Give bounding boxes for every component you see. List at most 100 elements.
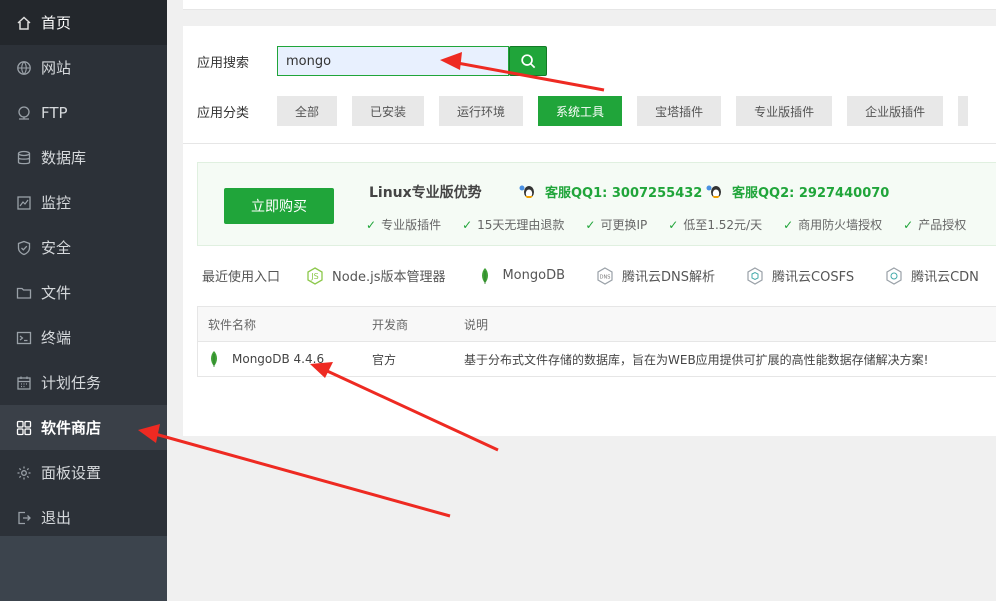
check-icon: ✓ xyxy=(668,217,679,232)
mongodb-leaf-icon xyxy=(476,267,494,285)
table-row[interactable]: MongoDB 4.4.6 官方 基于分布式文件存储的数据库，旨在为WEB应用提… xyxy=(198,342,996,376)
category-all[interactable]: 全部 xyxy=(277,96,338,126)
check-icon: ✓ xyxy=(585,217,596,232)
cell-vendor: 官方 xyxy=(372,352,397,367)
sidebar-item-terminal[interactable]: 终端 xyxy=(0,315,167,360)
check-icon: ✓ xyxy=(462,217,473,232)
divider xyxy=(183,143,996,144)
app-store-panel: 应用搜索 应用分类 全部 已安装 运行环境 系统工具 宝塔插件 专业版插件 企业… xyxy=(183,26,996,436)
category-row: 应用分类 全部 已安装 运行环境 系统工具 宝塔插件 专业版插件 企业版插件 xyxy=(197,96,969,126)
sidebar-item-label: 软件商店 xyxy=(41,419,102,437)
calendar-icon xyxy=(15,374,32,391)
cell-desc: 基于分布式文件存储的数据库，旨在为WEB应用提供可扩展的高性能数据存储解决方案! xyxy=(464,352,929,367)
svg-text:DNS: DNS xyxy=(600,274,611,280)
recent-entries: 最近使用入口 JS Node.js版本管理器 MongoDB DNS 腾讯云DN… xyxy=(202,266,996,285)
sidebar-item-database[interactable]: 数据库 xyxy=(0,135,167,180)
qq2-text: 客服QQ2: 2927440070 xyxy=(732,186,890,201)
sidebar-item-label: 退出 xyxy=(41,509,72,527)
sidebar-item-ftp[interactable]: FTP xyxy=(0,90,167,135)
check-icon: ✓ xyxy=(903,217,914,232)
sidebar-item-label: 数据库 xyxy=(41,149,87,167)
qq1-text: 客服QQ1: 3007255432 xyxy=(545,186,703,201)
feature-item: ✓ 15天无理由退款 xyxy=(462,217,565,233)
recent-label: 最近使用入口 xyxy=(202,270,281,285)
category-bt-plugins[interactable]: 宝塔插件 xyxy=(637,96,722,126)
database-icon xyxy=(15,149,32,166)
monitor-icon xyxy=(15,194,32,211)
sidebar-item-label: 终端 xyxy=(41,329,72,347)
shield-icon xyxy=(15,239,32,256)
sidebar-item-label: FTP xyxy=(41,103,68,122)
category-installed[interactable]: 已安装 xyxy=(352,96,425,126)
qq-penguin-icon xyxy=(705,184,727,200)
search-input[interactable] xyxy=(277,46,509,76)
qq-penguin-icon xyxy=(518,184,540,200)
category-system-tools[interactable]: 系统工具 xyxy=(538,96,623,126)
logout-icon xyxy=(15,509,32,526)
search-button[interactable] xyxy=(509,46,547,76)
sidebar: 首页 网站 FTP 数据库 监控 安全 文件 终端 计划任务 软件商店 面板设置… xyxy=(0,0,167,601)
sidebar-item-cron[interactable]: 计划任务 xyxy=(0,360,167,405)
pro-promo-banner: 立即购买 Linux专业版优势 客服QQ1: 3007255432 客服QQ2:… xyxy=(197,162,996,246)
globe-icon xyxy=(15,59,32,76)
sidebar-item-websites[interactable]: 网站 xyxy=(0,45,167,90)
header-vendor: 开发商 xyxy=(372,317,409,332)
sidebar-item-label: 面板设置 xyxy=(41,464,102,482)
search-row: 应用搜索 xyxy=(197,46,547,76)
header-desc: 说明 xyxy=(464,317,489,332)
software-table: 软件名称 开发商 说明 MongoDB 4.4.6 官方 基于分布式文件存储的数… xyxy=(197,306,996,377)
recent-item-mongodb[interactable]: MongoDB xyxy=(476,267,565,285)
top-panel-edge xyxy=(183,0,996,10)
feature-item: ✓ 可更换IP xyxy=(585,217,648,233)
sidebar-menu: 首页 网站 FTP 数据库 监控 安全 文件 终端 计划任务 软件商店 面板设置… xyxy=(0,0,167,536)
nodejs-icon: JS xyxy=(306,266,324,285)
ftp-icon xyxy=(15,104,32,121)
recent-item-tencent-cdn[interactable]: 腾讯云CDN xyxy=(885,266,979,285)
sidebar-item-label: 安全 xyxy=(41,239,72,257)
cdn-icon xyxy=(885,266,903,285)
category-runtime[interactable]: 运行环境 xyxy=(439,96,524,126)
sidebar-item-label: 监控 xyxy=(41,194,72,212)
search-label: 应用搜索 xyxy=(197,55,250,71)
recent-item-tencent-cosfs[interactable]: 腾讯云COSFS xyxy=(746,266,854,285)
header-name: 软件名称 xyxy=(208,317,257,332)
check-icon: ✓ xyxy=(366,217,377,232)
main-content: 应用搜索 应用分类 全部 已安装 运行环境 系统工具 宝塔插件 专业版插件 企业… xyxy=(167,0,996,601)
sidebar-item-label: 文件 xyxy=(41,284,72,302)
search-icon xyxy=(520,53,535,68)
sidebar-item-settings[interactable]: 面板设置 xyxy=(0,450,167,495)
sidebar-item-label: 首页 xyxy=(41,14,72,32)
mongodb-leaf-icon xyxy=(208,350,220,368)
qq1-contact[interactable]: 客服QQ1: 3007255432 xyxy=(518,182,702,201)
sidebar-item-files[interactable]: 文件 xyxy=(0,270,167,315)
buy-now-button[interactable]: 立即购买 xyxy=(224,188,334,224)
dns-icon: DNS xyxy=(596,266,614,285)
gear-icon xyxy=(15,464,32,481)
feature-item: ✓ 低至1.52元/天 xyxy=(668,217,763,233)
sidebar-item-monitor[interactable]: 监控 xyxy=(0,180,167,225)
category-label: 应用分类 xyxy=(197,105,250,121)
feature-item: ✓ 商用防火墙授权 xyxy=(783,217,883,233)
svg-text:JS: JS xyxy=(310,272,318,281)
folder-icon xyxy=(15,284,32,301)
sidebar-item-label: 计划任务 xyxy=(41,374,102,392)
category-enterprise-plugins[interactable]: 企业版插件 xyxy=(847,96,944,126)
cell-name: MongoDB 4.4.6 xyxy=(198,350,362,368)
promo-features: ✓ 专业版插件 ✓ 15天无理由退款 ✓ 可更换IP ✓ 低至1.52元/天 ✓ 商用防火… xyxy=(366,216,987,233)
grid-icon xyxy=(15,419,32,436)
sidebar-item-security[interactable]: 安全 xyxy=(0,225,167,270)
sidebar-item-logout[interactable]: 退出 xyxy=(0,495,167,540)
category-pro-plugins[interactable]: 专业版插件 xyxy=(736,96,833,126)
category-more[interactable] xyxy=(958,96,969,126)
home-icon xyxy=(15,14,32,31)
qq2-contact[interactable]: 客服QQ2: 2927440070 xyxy=(705,182,889,201)
recent-item-nodejs[interactable]: JS Node.js版本管理器 xyxy=(306,266,445,285)
sidebar-item-label: 网站 xyxy=(41,59,72,77)
software-name[interactable]: MongoDB 4.4.6 xyxy=(232,352,324,366)
feature-item: ✓ 产品授权 xyxy=(903,217,967,233)
sidebar-item-app-store[interactable]: 软件商店 xyxy=(0,405,167,450)
recent-item-tencent-dns[interactable]: DNS 腾讯云DNS解析 xyxy=(596,266,715,285)
terminal-icon xyxy=(15,329,32,346)
sidebar-item-home[interactable]: 首页 xyxy=(0,0,167,45)
cosfs-icon xyxy=(746,266,764,285)
